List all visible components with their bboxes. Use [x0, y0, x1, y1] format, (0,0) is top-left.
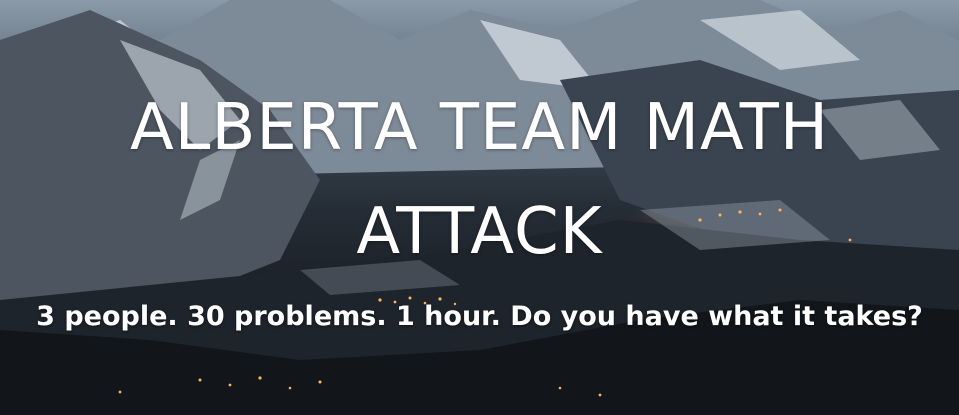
hero-content: ALBERTA TEAM MATH ATTACK 3 people. 30 pr… [0, 0, 959, 415]
hero-banner: ALBERTA TEAM MATH ATTACK 3 people. 30 pr… [0, 0, 959, 415]
hero-tagline: 3 people. 30 problems. 1 hour. Do you ha… [36, 301, 923, 332]
page-title: ALBERTA TEAM MATH ATTACK [130, 91, 829, 269]
